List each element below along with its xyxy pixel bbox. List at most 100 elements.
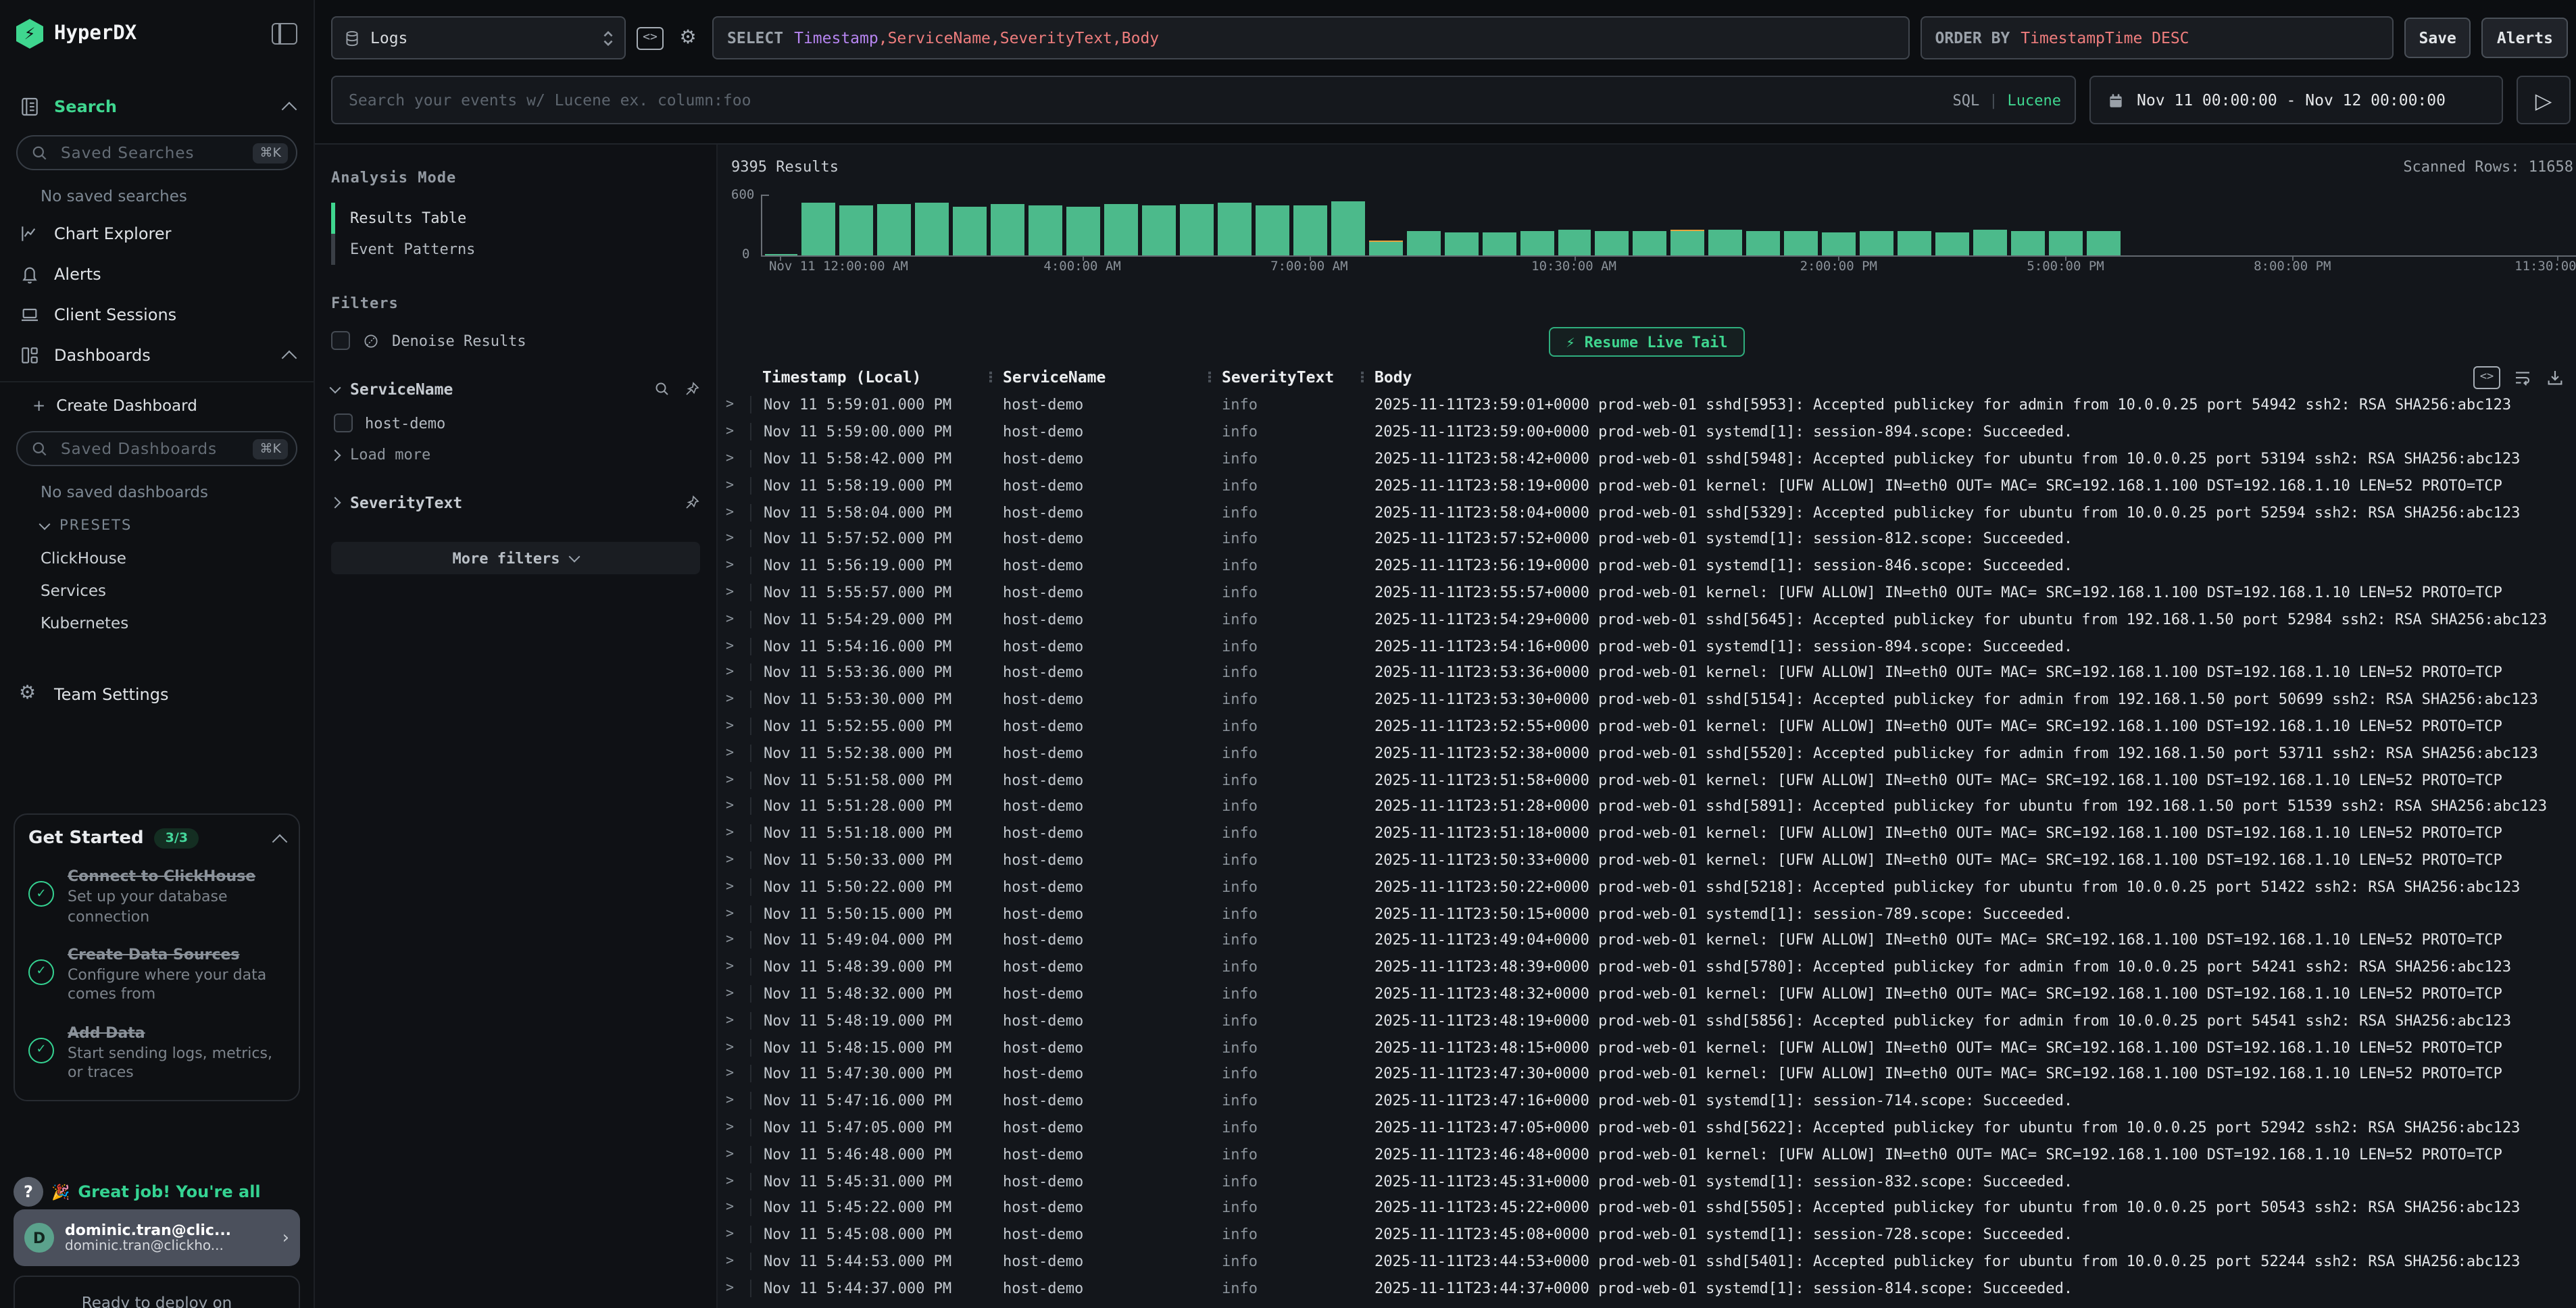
tab-results-table[interactable]: Results Table	[331, 203, 700, 234]
histogram-bar[interactable]	[1218, 203, 1252, 255]
histogram-bar[interactable]	[1520, 230, 1554, 255]
log-row[interactable]: >Nov 11 5:50:22.000 PMhost-demoinfo2025-…	[718, 874, 2576, 901]
histogram-bar[interactable]	[1973, 230, 2007, 255]
pin-icon[interactable]	[684, 495, 700, 511]
log-row[interactable]: >Nov 11 5:51:58.000 PMhost-demoinfo2025-…	[718, 766, 2576, 793]
histogram-bar[interactable]	[991, 204, 1024, 255]
presets-toggle[interactable]: PRESETS	[0, 509, 314, 542]
saved-dashboards-search[interactable]: ⌘K	[16, 431, 297, 466]
histogram-bar[interactable]	[1784, 231, 1818, 255]
log-row[interactable]: >Nov 11 5:50:15.000 PMhost-demoinfo2025-…	[718, 900, 2576, 927]
column-header-servicename[interactable]: ServiceName	[989, 368, 1208, 386]
create-dashboard-button[interactable]: + Create Dashboard	[0, 388, 314, 423]
log-row[interactable]: >Nov 11 5:48:39.000 PMhost-demoinfo2025-…	[718, 953, 2576, 980]
preset-clickhouse[interactable]: ClickHouse	[0, 542, 314, 574]
expand-row-icon[interactable]: >	[726, 532, 750, 547]
expand-row-icon[interactable]: >	[726, 1013, 750, 1028]
histogram-bar[interactable]	[1331, 201, 1365, 255]
histogram-bar[interactable]	[878, 203, 912, 255]
sidebar-item-chart-explorer[interactable]: Chart Explorer	[0, 213, 314, 254]
expand-row-icon[interactable]: >	[726, 585, 750, 600]
saved-searches-search[interactable]: ⌘K	[16, 135, 297, 170]
expand-row-icon[interactable]: >	[726, 719, 750, 734]
log-row[interactable]: >Nov 11 5:44:37.000 PMhost-demoinfo2025-…	[718, 1275, 2576, 1302]
expand-row-icon[interactable]: >	[726, 665, 750, 680]
saved-searches-input[interactable]	[58, 142, 253, 164]
expand-row-icon[interactable]: >	[726, 692, 750, 707]
get-started-item[interactable]: ✓ Connect to ClickHouse Set up your data…	[28, 867, 285, 927]
tab-event-patterns[interactable]: Event Patterns	[331, 234, 700, 265]
select-clause-input[interactable]: SELECT Timestamp,ServiceName,SeverityTex…	[712, 16, 1910, 59]
event-search-input[interactable]	[332, 91, 2075, 109]
histogram-bar[interactable]	[1142, 205, 1176, 255]
log-row[interactable]: >Nov 11 5:51:28.000 PMhost-demoinfo2025-…	[718, 793, 2576, 820]
expand-row-icon[interactable]: >	[726, 1280, 750, 1295]
denoise-checkbox[interactable]	[331, 331, 350, 350]
host-demo-checkbox[interactable]	[334, 413, 353, 432]
histogram-bar[interactable]	[1066, 206, 1100, 255]
expand-row-icon[interactable]: >	[726, 1093, 750, 1108]
histogram-bar[interactable]	[1369, 243, 1403, 256]
expand-row-icon[interactable]: >	[726, 398, 750, 413]
log-row[interactable]: >Nov 11 5:51:18.000 PMhost-demoinfo2025-…	[718, 820, 2576, 847]
histogram-bar[interactable]	[1029, 205, 1062, 255]
log-row[interactable]: >Nov 11 5:58:42.000 PMhost-demoinfo2025-…	[718, 445, 2576, 472]
histogram-bar[interactable]	[840, 206, 874, 256]
log-row[interactable]: >Nov 11 5:45:22.000 PMhost-demoinfo2025-…	[718, 1194, 2576, 1222]
histogram-bar[interactable]	[1747, 230, 1781, 255]
denoise-results-option[interactable]: Denoise Results	[331, 331, 700, 350]
log-row[interactable]: >Nov 11 5:47:05.000 PMhost-demoinfo2025-…	[718, 1114, 2576, 1141]
log-row[interactable]: >Nov 11 5:58:04.000 PMhost-demoinfo2025-…	[718, 499, 2576, 526]
histogram-bar[interactable]	[1860, 232, 1893, 255]
log-row[interactable]: >Nov 11 5:50:33.000 PMhost-demoinfo2025-…	[718, 847, 2576, 874]
expand-row-icon[interactable]: >	[726, 1040, 750, 1055]
facet-value-host-demo[interactable]: host-demo	[334, 413, 700, 432]
save-button[interactable]: Save	[2404, 18, 2471, 58]
log-row[interactable]: >Nov 11 5:44:53.000 PMhost-demoinfo2025-…	[718, 1248, 2576, 1275]
expand-row-icon[interactable]: >	[726, 1147, 750, 1161]
histogram-bar[interactable]	[1595, 231, 1629, 255]
histogram-bar[interactable]	[1709, 230, 1743, 255]
facet-group-servicename[interactable]: ServiceName	[331, 380, 700, 399]
expand-row-icon[interactable]: >	[726, 612, 750, 627]
sidebar-item-dashboards[interactable]: Dashboards	[0, 335, 314, 376]
histogram-bar[interactable]	[1444, 232, 1478, 255]
code-icon[interactable]: <>	[637, 24, 664, 51]
expand-row-icon[interactable]: >	[726, 933, 750, 948]
histogram-bar[interactable]	[1935, 232, 1969, 256]
column-header-timestamp[interactable]: Timestamp (Local)	[750, 368, 989, 386]
expand-row-icon[interactable]: >	[726, 1067, 750, 1082]
expand-row-icon[interactable]: >	[726, 826, 750, 840]
log-row[interactable]: >Nov 11 5:47:16.000 PMhost-demoinfo2025-…	[718, 1087, 2576, 1114]
column-header-severitytext[interactable]: SeverityText	[1208, 368, 1361, 386]
gear-icon[interactable]: ⚙	[674, 24, 701, 51]
expand-row-icon[interactable]: >	[726, 478, 750, 493]
expand-row-icon[interactable]: >	[726, 1227, 750, 1242]
histogram-bar[interactable]	[2087, 230, 2121, 255]
run-query-button[interactable]: ▷	[2517, 76, 2571, 124]
log-row[interactable]: >Nov 11 5:58:19.000 PMhost-demoinfo2025-…	[718, 472, 2576, 499]
histogram-bar[interactable]	[1822, 232, 1856, 255]
sidebar-item-client-sessions[interactable]: Client Sessions	[0, 295, 314, 335]
log-row[interactable]: >Nov 11 5:52:38.000 PMhost-demoinfo2025-…	[718, 740, 2576, 767]
wrap-lines-icon[interactable]	[2512, 367, 2533, 387]
user-menu[interactable]: D dominic.tran@clic... dominic.tran@clic…	[14, 1209, 300, 1266]
expand-row-icon[interactable]: >	[726, 638, 750, 653]
histogram-bar[interactable]	[1180, 203, 1214, 255]
expand-row-icon[interactable]: >	[726, 505, 750, 520]
histogram-bar[interactable]	[1898, 231, 1931, 255]
chevron-up-icon[interactable]	[272, 834, 288, 849]
pin-icon[interactable]	[684, 381, 700, 397]
expand-row-icon[interactable]: >	[726, 1254, 750, 1269]
expand-row-icon[interactable]: >	[726, 746, 750, 761]
expand-row-icon[interactable]: >	[726, 558, 750, 573]
expand-row-icon[interactable]: >	[726, 986, 750, 1001]
histogram-bar[interactable]	[1482, 232, 1516, 255]
sidebar-item-team-settings[interactable]: ⚙ Team Settings	[0, 674, 314, 715]
expand-row-icon[interactable]: >	[726, 906, 750, 921]
log-row[interactable]: >Nov 11 5:49:04.000 PMhost-demoinfo2025-…	[718, 927, 2576, 954]
log-row[interactable]: >Nov 11 5:48:15.000 PMhost-demoinfo2025-…	[718, 1034, 2576, 1061]
log-row[interactable]: >Nov 11 5:48:19.000 PMhost-demoinfo2025-…	[718, 1007, 2576, 1034]
order-by-input[interactable]: ORDER BY TimestampTime DESC	[1921, 16, 2394, 59]
get-started-item[interactable]: ✓ Create Data Sources Configure where yo…	[28, 946, 285, 1005]
